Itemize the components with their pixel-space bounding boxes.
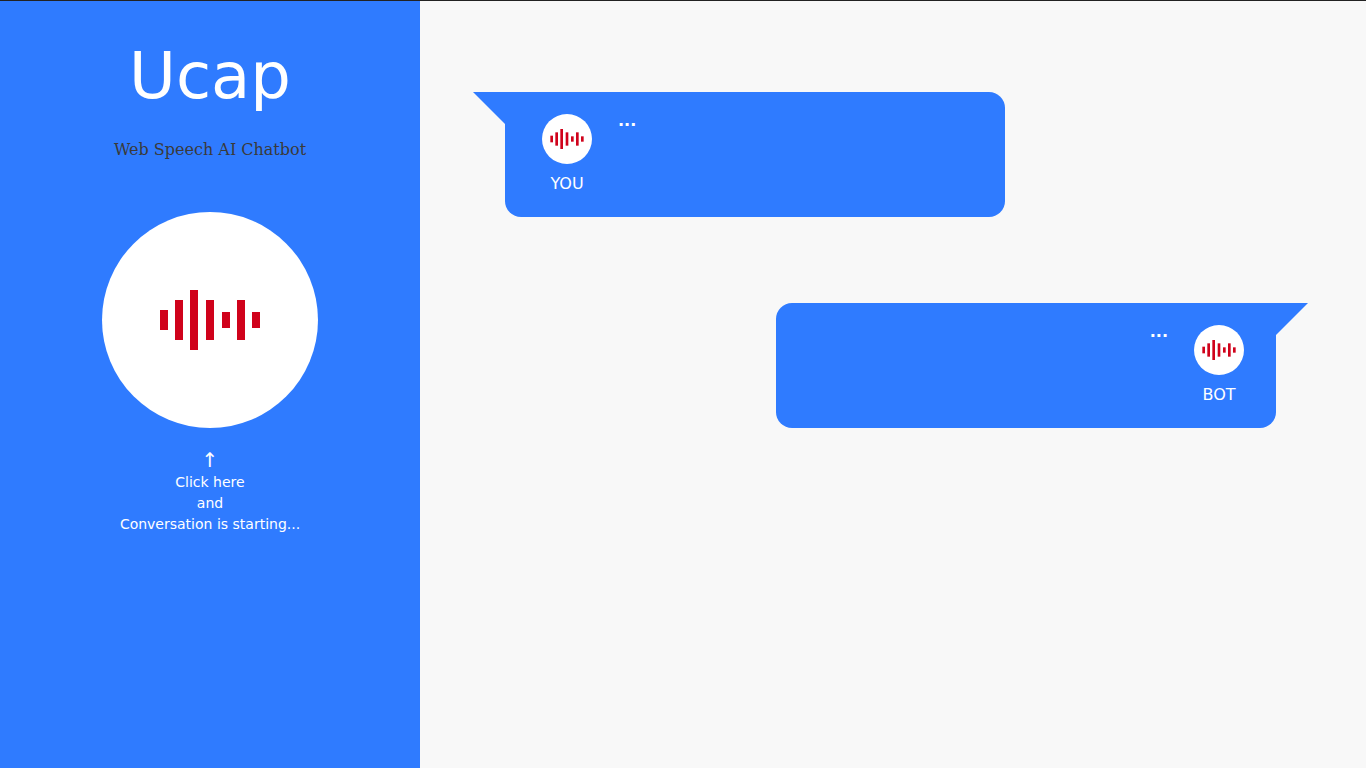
message-text: ... [1150, 325, 1168, 339]
chat-area: YOU...BOT... [420, 1, 1366, 768]
speaker: BOT [1194, 325, 1244, 405]
app: Ucap Web Speech AI Chatbot ↑Click hereandC… [0, 0, 1366, 768]
app-subtitle: Web Speech AI Chatbot [114, 139, 306, 161]
hint-text: Click here [175, 472, 244, 493]
sidebar: Ucap Web Speech AI Chatbot ↑Click hereandC… [0, 1, 420, 768]
avatar [542, 114, 592, 164]
mic-button[interactable] [102, 212, 318, 428]
hint-text: Conversation is starting... [120, 514, 300, 535]
waveform-icon [550, 129, 584, 149]
speaker-label: YOU [550, 174, 583, 194]
speaker: YOU [542, 114, 592, 194]
waveform-icon [160, 290, 260, 350]
avatar [1194, 325, 1244, 375]
message-bubble: YOU... [505, 92, 1005, 217]
waveform-icon [1202, 340, 1236, 360]
speaker-label: BOT [1202, 385, 1235, 405]
message-bubble: BOT... [776, 303, 1276, 428]
app-title: Ucap [129, 37, 291, 115]
message-text: ... [618, 114, 636, 128]
arrow-up-icon: ↑ [202, 448, 219, 472]
hint-text: and [197, 493, 223, 514]
